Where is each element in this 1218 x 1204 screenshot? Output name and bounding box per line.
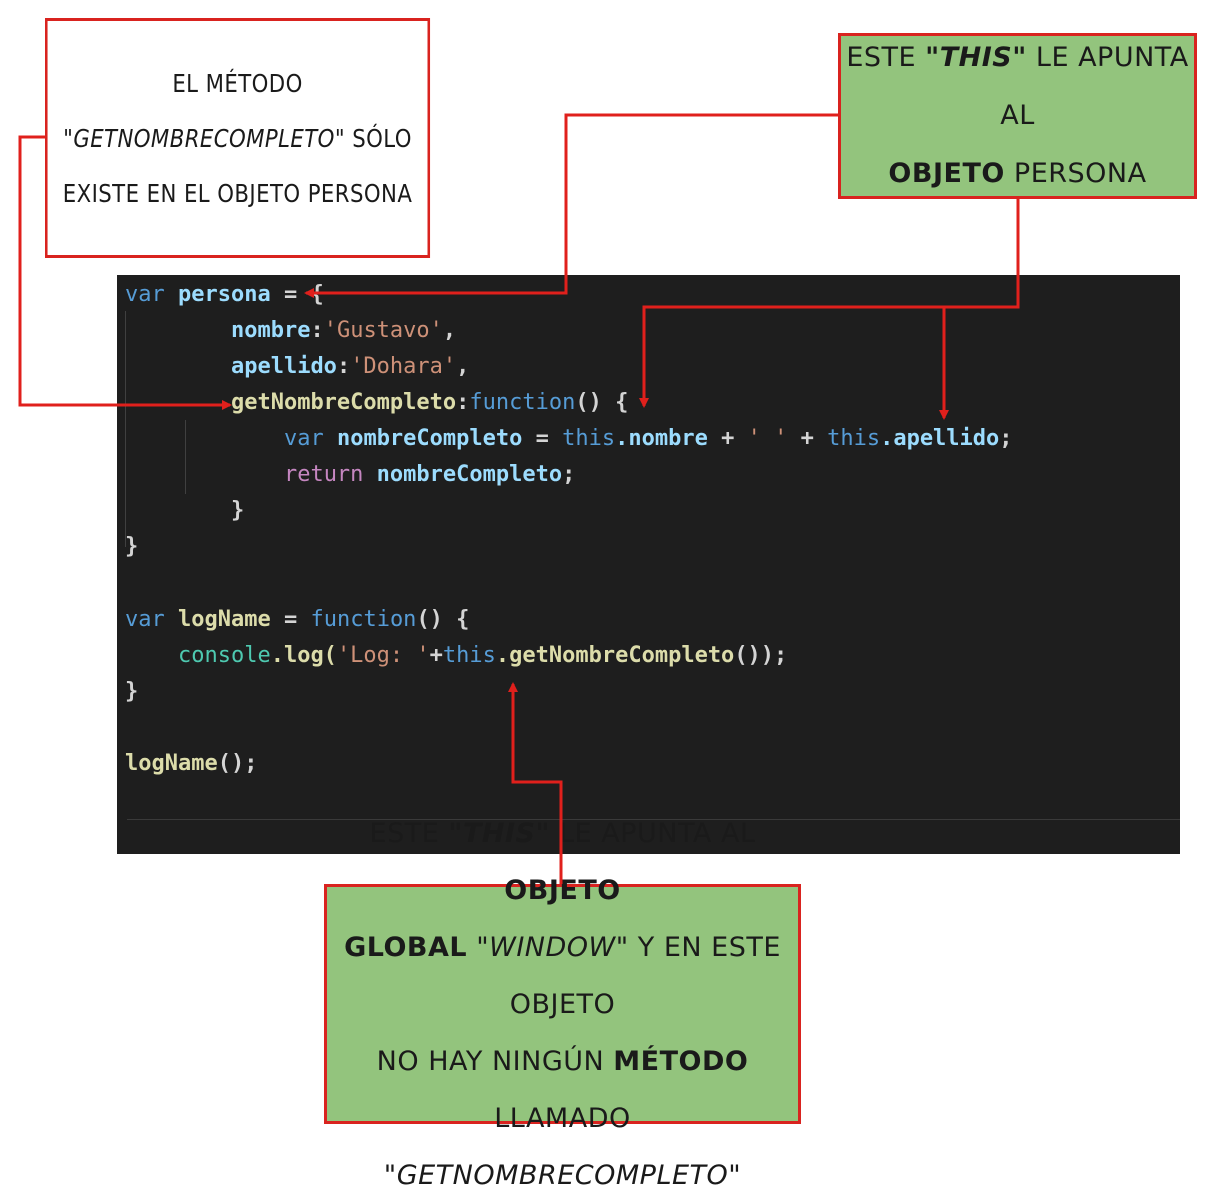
note-method-name: "getNombreCompleto" [383,1159,742,1191]
arrow-this-window [508,682,563,884]
arrow-this-split [639,199,1020,408]
arrow-this-persona [304,113,838,298]
annotation-arrows [18,113,1020,884]
note-line: "getNombreCompleto" [327,1147,798,1204]
arrow-method-note [18,135,232,410]
